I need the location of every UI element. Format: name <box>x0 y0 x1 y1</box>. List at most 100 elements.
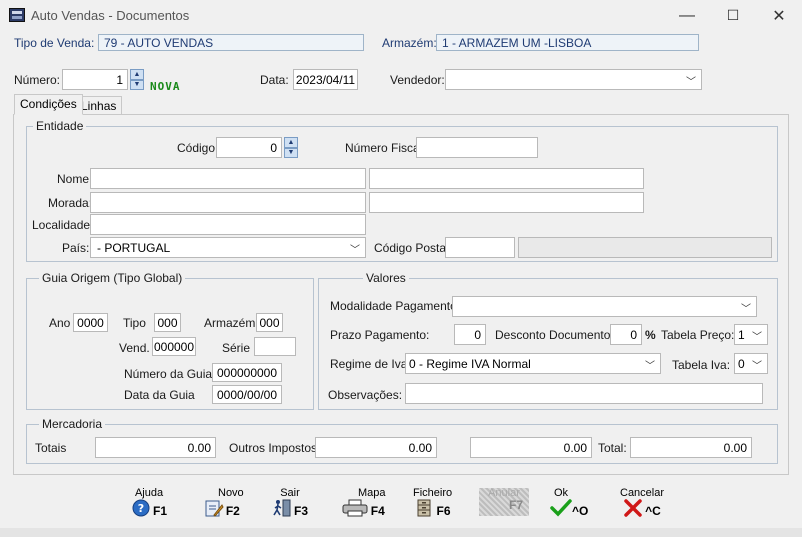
numero-input[interactable]: 1 <box>62 69 128 90</box>
novo-button[interactable]: Novo F2 <box>200 488 244 517</box>
pais-select[interactable]: - PORTUGAL ﹀ <box>90 237 366 258</box>
tabela-iva-label: Tabela Iva: <box>672 358 731 372</box>
vendedor-label: Vendedor: <box>390 73 445 87</box>
observacoes-label: Observações: <box>328 388 403 402</box>
window-title: Auto Vendas - Documentos <box>31 8 190 23</box>
chevron-down-icon: ﹀ <box>645 361 655 372</box>
file-cabinet-icon <box>415 499 435 517</box>
nome-label: Nome: <box>57 172 93 186</box>
numero-spinner[interactable]: ▲ ▼ <box>130 69 144 90</box>
sair-button[interactable]: Sair F3 <box>272 488 308 517</box>
ok-button[interactable]: Ok ^O <box>550 488 588 517</box>
prazo-input[interactable]: 0 <box>454 324 486 345</box>
valores-title: Valores <box>363 271 409 285</box>
morada-input[interactable] <box>90 192 366 213</box>
check-icon <box>550 499 572 517</box>
exit-icon <box>272 499 292 517</box>
pais-label: País: <box>62 241 90 255</box>
data-guia-input[interactable]: 0000/00/00 <box>212 385 282 404</box>
tabela-preco-select[interactable]: 1 ﹀ <box>734 324 768 345</box>
total-field: 0.00 <box>630 437 752 458</box>
localidade-label: Localidade: <box>32 218 94 232</box>
bottom-strip <box>0 528 802 537</box>
cancelar-button[interactable]: Cancelar ^C <box>620 488 664 518</box>
nif-label: Número Fiscal: <box>345 141 426 155</box>
vend-label: Vend. <box>119 341 150 355</box>
void-icon: F7 <box>508 498 523 512</box>
codigo-spinner[interactable]: ▲ ▼ <box>284 137 298 158</box>
codigo-input[interactable]: 0 <box>216 137 282 158</box>
anular-button[interactable]: Anular F7 <box>479 488 529 516</box>
spin-up-icon[interactable]: ▲ <box>284 137 298 148</box>
data-guia-label: Data da Guia <box>124 388 195 402</box>
nif-input[interactable] <box>416 137 538 158</box>
armazem-field: 1 - ARMAZEM UM -LISBOA <box>436 34 699 51</box>
outros-impostos-label: Outros Impostos: <box>229 441 321 455</box>
regime-label: Regime de Iva: <box>330 357 411 371</box>
tabela-iva-select[interactable]: 0 ﹀ <box>734 353 768 374</box>
desconto-input[interactable]: 0 <box>610 324 642 345</box>
morada2-input[interactable] <box>369 192 644 213</box>
codigo-label: Código: <box>177 141 219 155</box>
mapa-button[interactable]: Mapa F4 <box>340 488 386 517</box>
guia-origem-title: Guia Origem (Tipo Global) <box>39 271 186 285</box>
data-label: Data: <box>260 73 289 87</box>
chevron-down-icon: ﹀ <box>350 245 360 256</box>
numero-label: Número: <box>14 73 61 87</box>
ano-label: Ano <box>49 316 71 330</box>
numero-guia-label: Número da Guia <box>124 367 213 381</box>
regime-select[interactable]: 0 - Regime IVA Normal ﹀ <box>405 353 661 374</box>
desconto-label: Desconto Documento: <box>495 328 614 342</box>
printer-icon <box>341 499 369 517</box>
cancel-x-icon <box>623 499 643 517</box>
tab-condicoes[interactable]: Condições <box>14 94 83 115</box>
prazo-label: Prazo Pagamento: <box>330 328 430 342</box>
tipo-label: Tipo <box>123 316 146 330</box>
modalidade-label: Modalidade Pagamento: <box>330 299 461 313</box>
new-document-icon <box>204 499 224 517</box>
tabela-preco-label: Tabela Preço: <box>661 328 735 342</box>
guia-armazem-label: Armazém <box>204 316 256 330</box>
ficheiro-button[interactable]: Ficheiro F6 <box>413 488 452 518</box>
nome-input[interactable] <box>90 168 366 189</box>
guia-armazem-input[interactable]: 000 <box>256 313 283 332</box>
observacoes-input[interactable] <box>405 383 763 404</box>
modalidade-select[interactable]: ﹀ <box>452 296 757 317</box>
impostos-extra-field: 0.00 <box>470 437 592 458</box>
tipo-input[interactable]: 000 <box>154 313 181 332</box>
morada-label: Morada: <box>48 196 93 210</box>
chevron-down-icon: ﹀ <box>752 332 762 343</box>
vendedor-select[interactable]: ﹀ <box>445 69 702 90</box>
spin-down-icon[interactable]: ▼ <box>284 147 298 158</box>
numero-guia-input[interactable]: 000000000 <box>212 363 282 382</box>
ano-input[interactable]: 0000 <box>73 313 108 332</box>
armazem-label: Armazém: <box>382 36 437 50</box>
maximize-button[interactable]: ☐ <box>710 0 756 31</box>
data-input[interactable]: 2023/04/11 <box>293 69 358 90</box>
app-icon <box>9 8 25 22</box>
close-button[interactable]: ✕ <box>756 0 802 31</box>
totais-field: 0.00 <box>95 437 216 458</box>
codigo-postal-desc <box>518 237 772 258</box>
codigo-postal-label: Código Postal: <box>374 241 453 255</box>
spin-up-icon[interactable]: ▲ <box>130 69 144 80</box>
ajuda-button[interactable]: Ajuda ? F1 <box>131 488 167 517</box>
serie-label: Série <box>222 341 251 355</box>
serie-input[interactable] <box>254 337 296 356</box>
nome2-input[interactable] <box>369 168 644 189</box>
mercadoria-title: Mercadoria <box>39 417 106 431</box>
percent-sign: % <box>645 328 656 342</box>
chevron-down-icon: ﹀ <box>686 77 696 88</box>
help-icon: ? <box>131 499 151 517</box>
nova-badge: NOVA <box>150 80 181 93</box>
outros-impostos-field: 0.00 <box>315 437 437 458</box>
totais-label: Totais <box>35 441 67 455</box>
vend-input[interactable]: 000000 <box>152 337 196 356</box>
codigo-postal-input[interactable] <box>445 237 515 258</box>
localidade-input[interactable] <box>90 214 366 235</box>
chevron-down-icon: ﹀ <box>741 304 751 315</box>
tipo-venda-label: Tipo de Venda: <box>14 36 95 50</box>
minimize-button[interactable]: — <box>664 0 710 31</box>
spin-down-icon[interactable]: ▼ <box>130 79 144 90</box>
entidade-title: Entidade <box>33 119 87 133</box>
